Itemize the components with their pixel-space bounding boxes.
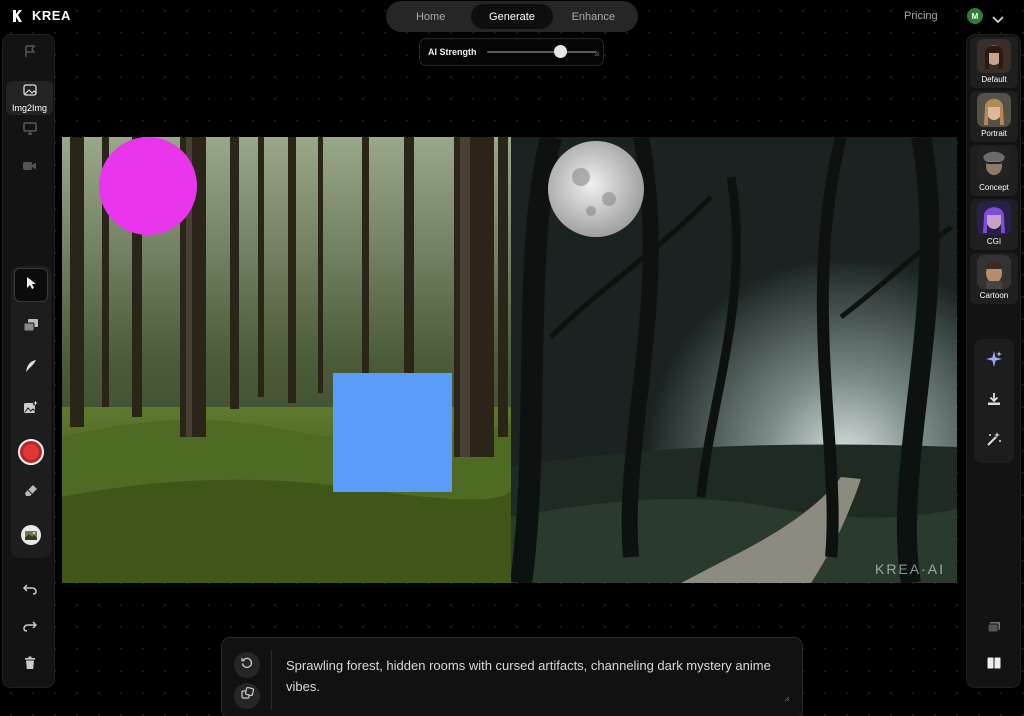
style-portrait[interactable]: Portrait [970, 91, 1018, 142]
random-prompt-button[interactable] [234, 683, 260, 709]
download-icon [987, 392, 1001, 411]
prompt-divider [271, 650, 272, 710]
mode-img2img[interactable]: Img2Img [6, 81, 53, 115]
magic-wand-button[interactable] [974, 421, 1014, 461]
overlay-view-button[interactable] [974, 609, 1014, 649]
mode-screen[interactable] [3, 121, 56, 141]
style-cgi[interactable]: CGI [970, 199, 1018, 250]
tab-enhance[interactable]: Enhance [553, 4, 634, 29]
account-menu-chevron-icon[interactable] [992, 11, 1004, 29]
landscape-thumbnail-icon [20, 524, 42, 551]
prompt-resize-grip-icon[interactable] [784, 689, 790, 707]
split-view-button[interactable] [974, 645, 1014, 685]
redo-icon [22, 619, 37, 637]
download-button[interactable] [974, 381, 1014, 421]
sparkle-icon [985, 350, 1003, 373]
watermark: KREA·AI [874, 561, 945, 577]
mode-flag[interactable] [3, 43, 56, 63]
tab-generate[interactable]: Generate [471, 4, 553, 29]
reset-prompt-button[interactable] [234, 652, 260, 678]
style-concept[interactable]: Concept [970, 145, 1018, 196]
krea-logo[interactable]: KREA [12, 8, 71, 23]
output-canvas[interactable]: KREA·AI [511, 137, 957, 583]
add-image-tool[interactable] [14, 392, 48, 426]
app-name: KREA [32, 8, 71, 23]
layers-tool[interactable] [14, 310, 48, 344]
undo-icon [22, 582, 37, 600]
color-swatch [18, 439, 44, 465]
dice-icon [240, 686, 254, 705]
style-concept-thumbnail [977, 147, 1011, 181]
stack-view-icon [987, 620, 1001, 638]
brush-tool[interactable] [14, 351, 48, 385]
blue-square-shape[interactable] [333, 373, 452, 492]
action-group [974, 339, 1014, 463]
trash-icon [24, 656, 36, 675]
left-toolbar: Img2Img [2, 34, 55, 688]
prompt-panel: Sprawling forest, hidden rooms with curs… [221, 637, 803, 716]
image-preset-tool[interactable] [14, 520, 48, 554]
prompt-textarea[interactable]: Sprawling forest, hidden rooms with curs… [286, 655, 786, 697]
brush-color-picker[interactable] [14, 435, 48, 469]
style-default[interactable]: Default [970, 37, 1018, 88]
moon-shape [548, 141, 644, 237]
style-portrait-thumbnail [977, 93, 1011, 127]
style-default-thumbnail [977, 39, 1011, 73]
enhance-button[interactable] [974, 341, 1014, 381]
image-icon [22, 83, 37, 101]
tool-group [11, 266, 51, 558]
eraser-icon [24, 484, 38, 503]
redo-button[interactable] [3, 618, 56, 638]
eraser-tool[interactable] [14, 476, 48, 510]
img2img-label: Img2Img [11, 103, 47, 113]
video-camera-icon [22, 158, 37, 176]
right-toolbar: Default Portrait Concept CGI Cartoon [966, 34, 1021, 688]
tab-home[interactable]: Home [390, 4, 471, 29]
user-avatar[interactable]: M [967, 8, 983, 24]
style-cartoon-thumbnail [977, 255, 1011, 289]
ai-strength-slider-thumb[interactable] [553, 45, 567, 58]
ai-strength-slider[interactable] [486, 45, 597, 58]
split-view-icon [987, 656, 1001, 674]
monitor-icon [22, 122, 37, 140]
cursor-arrow-icon [25, 276, 37, 295]
main-nav: Home Generate Enhance [386, 1, 638, 32]
style-cgi-thumbnail [977, 201, 1011, 235]
select-tool[interactable] [14, 268, 48, 302]
mode-video[interactable] [3, 157, 56, 177]
refresh-icon [241, 656, 253, 674]
krea-logo-icon [12, 9, 24, 23]
add-image-icon [23, 399, 39, 419]
delete-button[interactable] [3, 655, 56, 675]
flag-icon [23, 44, 37, 63]
magic-wand-icon [986, 431, 1002, 452]
pricing-link[interactable]: Pricing [904, 10, 938, 22]
input-canvas[interactable] [62, 137, 511, 583]
resize-grip-icon[interactable] [594, 44, 600, 62]
ai-strength-panel: AI Strength [419, 38, 604, 66]
undo-button[interactable] [3, 581, 56, 601]
feather-brush-icon [24, 359, 38, 378]
style-cartoon[interactable]: Cartoon [970, 253, 1018, 304]
ai-strength-label: AI Strength [428, 47, 477, 57]
magenta-circle-shape[interactable] [99, 137, 197, 235]
layers-icon [23, 318, 39, 337]
